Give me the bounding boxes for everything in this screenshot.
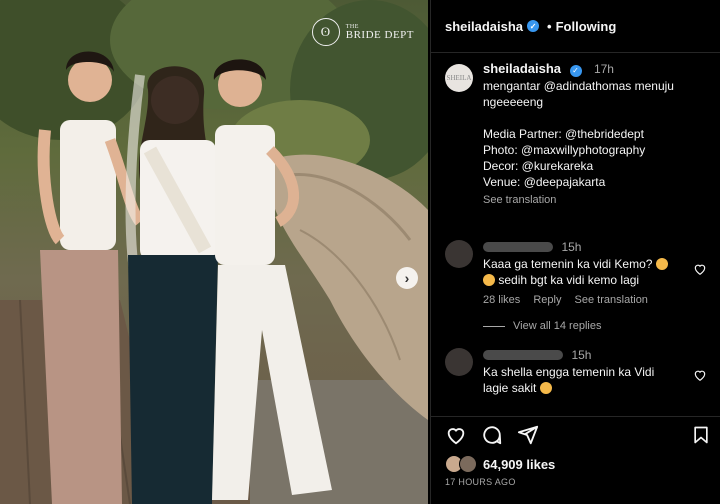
caption-decor-credit: Decor: @kurekareka bbox=[483, 159, 594, 173]
likes-count[interactable]: 64,909 likes bbox=[483, 457, 555, 472]
caption-text: mengantar @adindathomas menuju ngeeeeeng… bbox=[483, 78, 693, 190]
like-heart-icon[interactable] bbox=[445, 424, 467, 446]
divider-line bbox=[483, 325, 505, 327]
sad-emoji-icon bbox=[539, 382, 552, 394]
commenter-avatar[interactable] bbox=[445, 348, 473, 376]
post-details-panel: sheiladaisha ✓ • Following SHEILA sheila… bbox=[430, 0, 720, 504]
commenter-avatar[interactable] bbox=[445, 240, 473, 268]
sad-emoji-icon bbox=[483, 274, 495, 286]
post-header: sheiladaisha ✓ • Following bbox=[431, 0, 720, 53]
post-actions: 64,909 likes 17 HOURS AGO bbox=[431, 416, 720, 487]
post-timestamp: 17 HOURS AGO bbox=[445, 477, 516, 487]
comment-see-translation[interactable]: See translation bbox=[575, 294, 648, 306]
caption-venue-credit: Venue: @deepajakarta bbox=[483, 175, 606, 189]
sad-emoji-icon bbox=[655, 258, 668, 270]
post-photo[interactable]: ʘ THE BRIDE DEPT › bbox=[0, 0, 428, 504]
caption-see-translation[interactable]: See translation bbox=[483, 194, 693, 206]
verified-icon: ✓ bbox=[527, 20, 540, 32]
caption-photo-credit: Photo: @maxwillyphotography bbox=[483, 143, 646, 157]
heart-icon[interactable] bbox=[693, 262, 707, 276]
comments-section: SHEILA sheiladaisha ✓ 17h mengantar @adi… bbox=[431, 60, 720, 406]
chevron-right-icon: › bbox=[404, 270, 410, 286]
comment-text: Ka shella engga temenin ka Vidi lagie sa… bbox=[483, 365, 655, 395]
view-replies-button[interactable]: View all 14 replies bbox=[483, 320, 693, 332]
comment-time: 15h bbox=[571, 348, 592, 362]
author-avatar[interactable]: SHEILA bbox=[445, 64, 473, 92]
comment-meta: 28 likes Reply See translation bbox=[483, 294, 693, 306]
comment: 15h Ka shella engga temenin ka Vidi lagi… bbox=[431, 346, 720, 406]
verified-icon: ✓ bbox=[569, 64, 582, 77]
brand-watermark: ʘ THE BRIDE DEPT bbox=[311, 18, 414, 46]
bookmark-icon[interactable] bbox=[691, 424, 711, 446]
caption-username[interactable]: sheiladaisha bbox=[483, 61, 561, 76]
caption-media-partner: Media Partner: @thebridedept bbox=[483, 127, 644, 141]
reply-button[interactable]: Reply bbox=[533, 294, 561, 306]
carousel-next-button[interactable]: › bbox=[396, 267, 418, 289]
caption: SHEILA sheiladaisha ✓ 17h mengantar @adi… bbox=[431, 60, 720, 228]
comment-icon[interactable] bbox=[481, 424, 503, 446]
watermark-text: BRIDE DEPT bbox=[345, 28, 414, 41]
heart-icon[interactable] bbox=[693, 368, 707, 382]
comment: 15h Kaaa ga temenin ka vidi Kemo? sedih … bbox=[431, 238, 720, 332]
separator-dot: • bbox=[547, 18, 552, 34]
photo-illustration bbox=[0, 0, 428, 504]
commenter-username-blurred[interactable] bbox=[483, 241, 553, 252]
comment-time: 15h bbox=[561, 240, 582, 254]
comment-likes-count[interactable]: 28 likes bbox=[483, 294, 520, 306]
author-username[interactable]: sheiladaisha bbox=[445, 19, 523, 34]
brand-logo-icon: ʘ bbox=[311, 18, 340, 46]
instagram-post-view: ʘ THE BRIDE DEPT › sheiladaisha ✓ • Foll… bbox=[0, 0, 720, 504]
following-button[interactable]: Following bbox=[556, 19, 617, 34]
caption-time: 17h bbox=[593, 62, 614, 76]
comment-text: Kaaa ga temenin ka vidi Kemo? sedih bgt … bbox=[483, 256, 693, 288]
action-icons bbox=[431, 417, 720, 453]
liker-avatar[interactable] bbox=[459, 455, 477, 473]
share-icon[interactable] bbox=[517, 424, 539, 446]
likes-summary: 64,909 likes bbox=[431, 453, 720, 475]
commenter-username-blurred[interactable] bbox=[483, 349, 563, 360]
